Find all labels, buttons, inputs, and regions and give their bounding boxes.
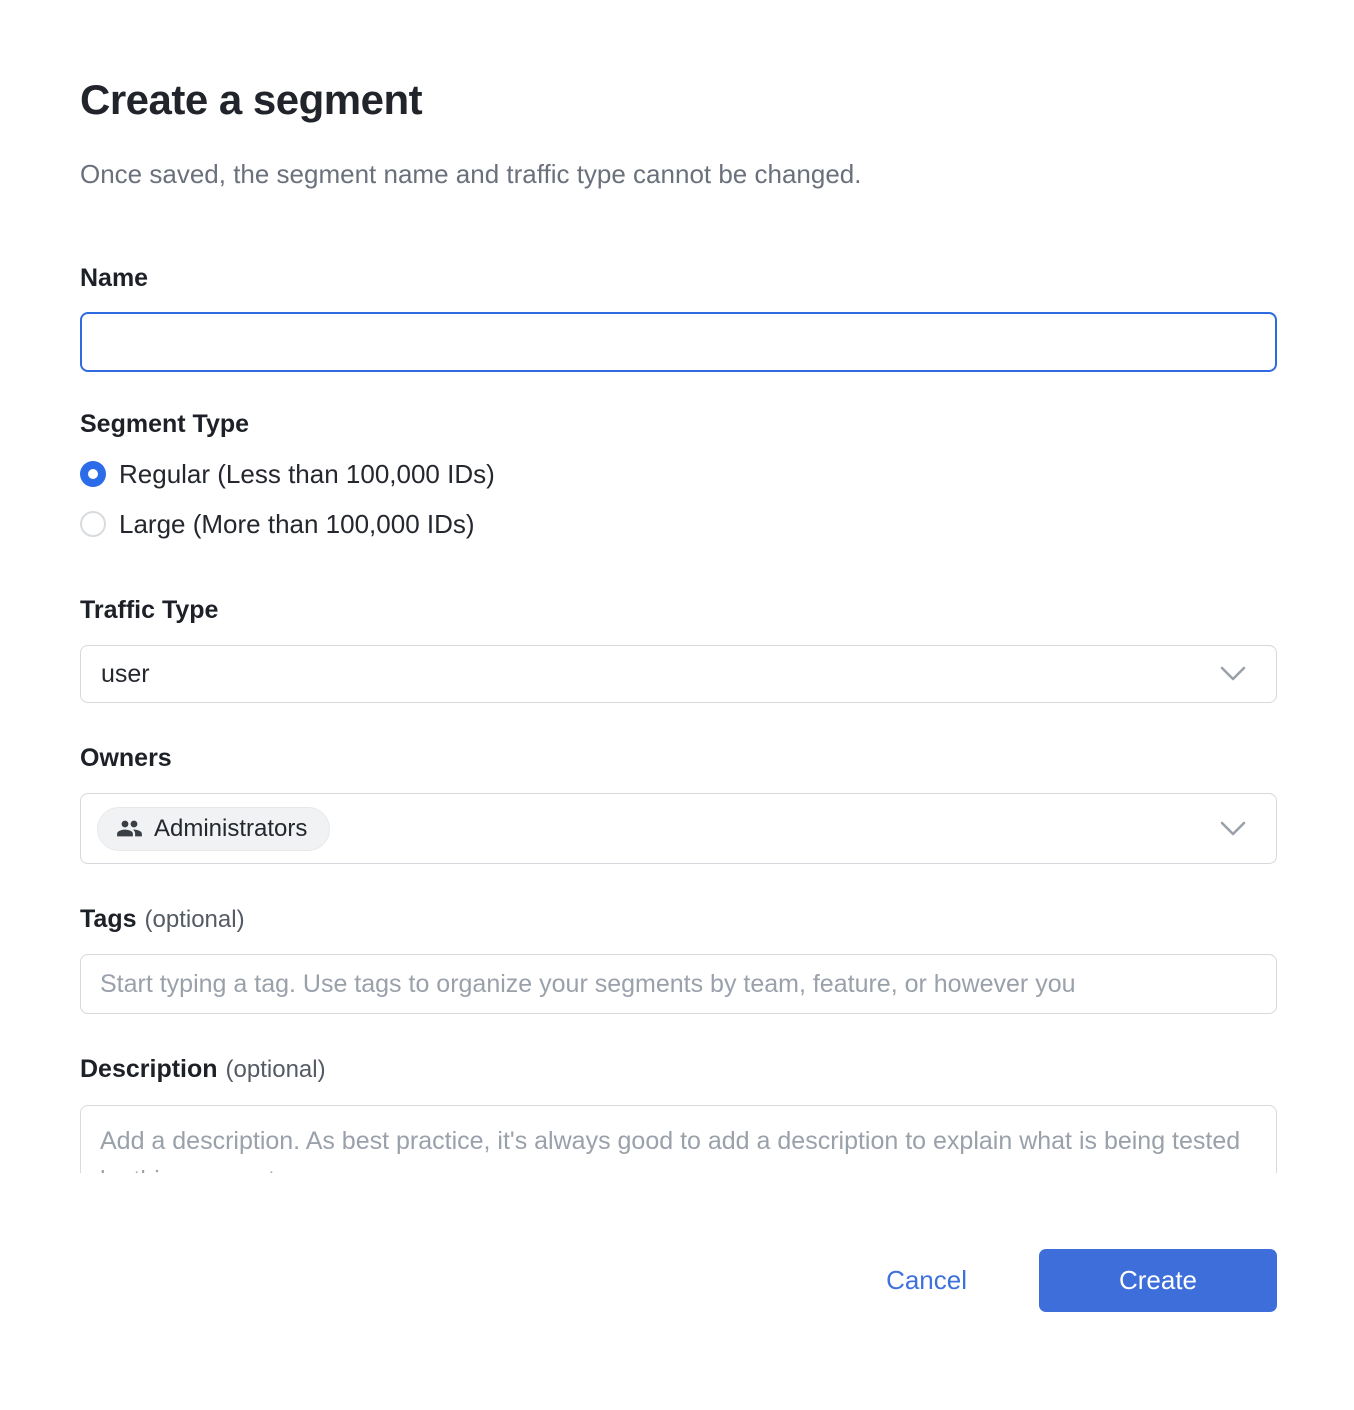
radio-button-selected[interactable]: [80, 461, 106, 487]
tags-label: Tags (optional): [80, 904, 1277, 935]
create-segment-modal: Create a segment Once saved, the segment…: [0, 0, 1354, 1410]
traffic-type-select[interactable]: user: [80, 645, 1277, 703]
create-button[interactable]: Create: [1039, 1249, 1277, 1312]
page-title: Create a segment: [80, 75, 1277, 125]
radio-label-regular: Regular (Less than 100,000 IDs): [119, 460, 495, 489]
owner-chip-administrators[interactable]: Administrators: [97, 807, 330, 851]
cancel-button[interactable]: Cancel: [872, 1255, 981, 1306]
traffic-type-value: user: [101, 660, 150, 689]
description-textarea[interactable]: [80, 1105, 1277, 1173]
tags-label-text: Tags: [80, 905, 137, 933]
radio-button-unselected[interactable]: [80, 511, 106, 537]
chevron-down-icon: [1220, 666, 1246, 682]
name-input[interactable]: [80, 312, 1277, 372]
description-label-text: Description: [80, 1055, 218, 1083]
owner-chip-label: Administrators: [154, 815, 307, 843]
segment-type-radio-group: Regular (Less than 100,000 IDs) Large (M…: [80, 460, 1277, 538]
radio-option-regular[interactable]: Regular (Less than 100,000 IDs): [80, 460, 1277, 489]
owners-select[interactable]: Administrators: [80, 793, 1277, 864]
tags-input[interactable]: [80, 954, 1277, 1014]
traffic-type-label: Traffic Type: [80, 595, 1277, 625]
radio-option-large[interactable]: Large (More than 100,000 IDs): [80, 510, 1277, 539]
name-label: Name: [80, 263, 1277, 293]
chevron-down-icon: [1220, 821, 1246, 837]
description-label: Description (optional): [80, 1054, 1277, 1085]
modal-footer: Cancel Create: [80, 1249, 1277, 1312]
people-icon: [116, 815, 143, 842]
segment-type-label: Segment Type: [80, 409, 1277, 439]
owners-label: Owners: [80, 743, 1277, 773]
modal-subtitle: Once saved, the segment name and traffic…: [80, 158, 1277, 192]
description-optional-text: (optional): [226, 1056, 326, 1083]
tags-optional-text: (optional): [145, 906, 245, 933]
radio-label-large: Large (More than 100,000 IDs): [119, 510, 475, 539]
description-textarea-clip: [80, 1105, 1277, 1173]
